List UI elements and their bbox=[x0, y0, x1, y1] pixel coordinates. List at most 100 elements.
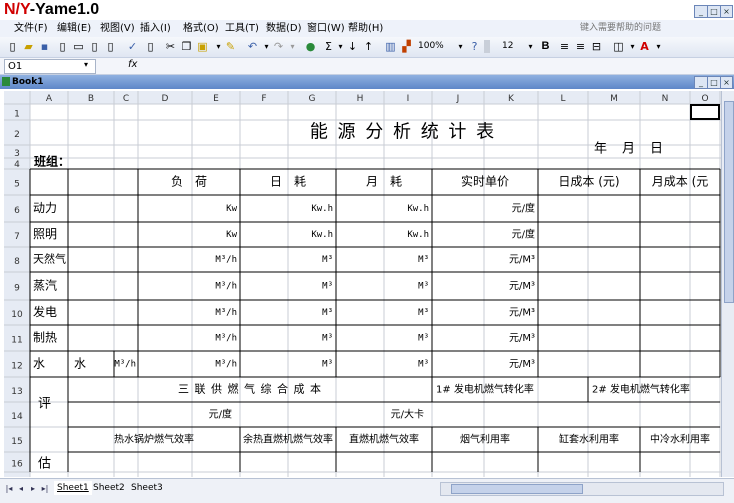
toolbar-options-icon[interactable] bbox=[484, 40, 490, 53]
row-header-3: 3 bbox=[14, 149, 20, 159]
menu-tools[interactable]: 工具(T) bbox=[225, 22, 259, 35]
help-search-input[interactable]: 键入需要帮助的问题 bbox=[580, 22, 692, 35]
undo-icon[interactable]: ↶ bbox=[246, 40, 259, 53]
month-unit-2: Kw.h bbox=[407, 230, 429, 240]
menu-window[interactable]: 窗口(W) bbox=[307, 22, 345, 35]
load-unit-4: M³/h bbox=[215, 282, 237, 292]
format-painter-icon[interactable]: ✎ bbox=[224, 40, 237, 53]
cost-unit-yuan-per-kwh: 元/度 bbox=[209, 408, 232, 421]
paste-icon[interactable]: ▣ bbox=[196, 40, 209, 53]
chart-wizard-icon[interactable]: ▥ bbox=[384, 40, 397, 53]
new-icon[interactable]: ▯ bbox=[6, 40, 19, 53]
drawing-icon[interactable]: ▞ bbox=[400, 40, 413, 53]
hyperlink-icon[interactable]: ● bbox=[304, 40, 317, 53]
align-left-icon[interactable]: ≡ bbox=[558, 40, 571, 53]
tab-sheet2[interactable]: Sheet2 bbox=[90, 481, 128, 495]
category-2: 照明 bbox=[33, 227, 57, 241]
cogeneration-cost-label: 三 联 供 燃 气 综 合 成 本 bbox=[178, 382, 322, 396]
name-box-dropdown-icon[interactable]: ▾ bbox=[84, 60, 88, 69]
price-unit-5: 元/M³ bbox=[509, 308, 535, 319]
menu-edit[interactable]: 编辑(E) bbox=[57, 22, 91, 35]
month-unit-7: M³ bbox=[418, 360, 429, 370]
menu-insert[interactable]: 插入(I) bbox=[140, 22, 171, 35]
spelling-icon[interactable]: ✓ bbox=[126, 40, 139, 53]
price-unit-1: 元/度 bbox=[512, 202, 535, 215]
zoom-select[interactable]: 100% bbox=[418, 40, 444, 53]
fx-icon[interactable]: fx bbox=[128, 59, 137, 70]
vertical-scroll-thumb[interactable] bbox=[724, 101, 734, 303]
font-size-dropdown-icon[interactable]: ▾ bbox=[524, 40, 537, 53]
borders-icon[interactable]: ◫ bbox=[612, 40, 625, 53]
selected-cell-outline bbox=[690, 104, 720, 120]
redo-icon[interactable]: ↷ bbox=[272, 40, 285, 53]
generator2-rate-label: 2# 发电机燃气转化率 bbox=[592, 383, 690, 396]
formula-bar: O1 ▾ fx bbox=[0, 58, 734, 75]
horizontal-scroll-thumb[interactable] bbox=[451, 484, 583, 494]
date-label: 年 月 日 bbox=[594, 142, 664, 157]
header-2: 日 耗 bbox=[270, 175, 306, 189]
day-unit-3: M³ bbox=[322, 255, 333, 265]
workbook-restore-icon[interactable]: □ bbox=[707, 76, 721, 89]
row-header-14: 14 bbox=[11, 412, 23, 422]
efficiency-header-1: 热水锅炉燃气效率 bbox=[114, 433, 194, 446]
print-preview-icon[interactable]: ▯ bbox=[88, 40, 101, 53]
print-icon[interactable]: ▭ bbox=[72, 40, 85, 53]
font-color-icon[interactable]: A bbox=[638, 40, 651, 53]
permission-icon[interactable]: ▯ bbox=[56, 40, 69, 53]
column-header-d: D bbox=[162, 94, 169, 104]
last-sheet-icon[interactable]: ▸| bbox=[40, 483, 50, 495]
next-sheet-icon[interactable]: ▸ bbox=[28, 483, 38, 495]
close-icon[interactable]: × bbox=[720, 5, 733, 18]
prev-sheet-icon[interactable]: ◂ bbox=[16, 483, 26, 495]
restore-icon[interactable]: □ bbox=[707, 5, 721, 18]
zoom-dropdown-icon[interactable]: ▾ bbox=[454, 40, 467, 53]
sort-ascending-icon[interactable]: ↓ bbox=[346, 40, 359, 53]
font-color-dropdown-icon[interactable]: ▾ bbox=[652, 40, 665, 53]
menu-data[interactable]: 数据(D) bbox=[266, 22, 302, 35]
open-icon[interactable]: ▰ bbox=[22, 40, 35, 53]
menu-file[interactable]: 文件(F) bbox=[14, 22, 48, 35]
first-sheet-icon[interactable]: |◂ bbox=[4, 483, 14, 495]
column-header-j: J bbox=[456, 94, 460, 104]
tab-sheet3[interactable]: Sheet3 bbox=[128, 481, 166, 495]
menu-format[interactable]: 格式(O) bbox=[183, 22, 219, 35]
efficiency-header-3: 直燃机燃气效率 bbox=[349, 433, 419, 446]
horizontal-scrollbar[interactable] bbox=[440, 482, 724, 496]
research-icon[interactable]: ▯ bbox=[104, 40, 117, 53]
copy-icon[interactable]: ❐ bbox=[180, 40, 193, 53]
row-header-12: 12 bbox=[11, 362, 22, 372]
workbook-close-icon[interactable]: × bbox=[720, 76, 733, 89]
merge-center-icon[interactable]: ⊟ bbox=[590, 40, 603, 53]
menu-help[interactable]: 帮助(H) bbox=[348, 22, 383, 35]
cut-icon[interactable]: ✂ bbox=[164, 40, 177, 53]
spreadsheet-grid[interactable]: A B C D E F G H I J K L M N O 1 2 3 4 5 6 7 8 9 10 11 12 13 14 15 16 能 … bbox=[4, 91, 721, 477]
align-center-icon[interactable]: ≡ bbox=[574, 40, 587, 53]
save-icon[interactable]: ▪ bbox=[38, 40, 51, 53]
load-unit-1: Kw bbox=[226, 204, 237, 214]
day-unit-1: Kw.h bbox=[311, 204, 333, 214]
day-unit-2: Kw.h bbox=[311, 230, 333, 240]
price-unit-2: 元/度 bbox=[512, 228, 535, 241]
research2-icon[interactable]: ▯ bbox=[144, 40, 157, 53]
vertical-scrollbar[interactable] bbox=[721, 91, 734, 477]
water-label-b: 水 bbox=[74, 357, 86, 371]
redo-dropdown-icon[interactable]: ▾ bbox=[286, 40, 299, 53]
sort-descending-icon[interactable]: ↑ bbox=[362, 40, 375, 53]
help-icon[interactable]: ? bbox=[468, 40, 481, 53]
minimize-icon[interactable]: _ bbox=[694, 5, 708, 18]
workbook-minimize-icon[interactable]: _ bbox=[694, 76, 708, 89]
header-3: 月 耗 bbox=[366, 175, 402, 189]
menu-view[interactable]: 视图(V) bbox=[100, 22, 135, 35]
column-header-f: F bbox=[261, 94, 266, 104]
tab-sheet1[interactable]: Sheet1 bbox=[54, 481, 92, 495]
month-unit-6: M³ bbox=[418, 334, 429, 344]
font-size-select[interactable]: 12 bbox=[502, 40, 513, 53]
column-header-g: G bbox=[309, 94, 316, 104]
row-header-16: 16 bbox=[11, 460, 23, 470]
bold-button[interactable]: B bbox=[539, 40, 552, 53]
menu-bar: 文件(F) 编辑(E) 视图(V) 插入(I) 格式(O) 工具(T) 数据(D… bbox=[0, 20, 734, 38]
column-header-o: O bbox=[701, 94, 708, 104]
column-header-l: L bbox=[560, 94, 565, 104]
column-header-e: E bbox=[213, 94, 219, 104]
name-box[interactable]: O1 bbox=[4, 59, 96, 74]
